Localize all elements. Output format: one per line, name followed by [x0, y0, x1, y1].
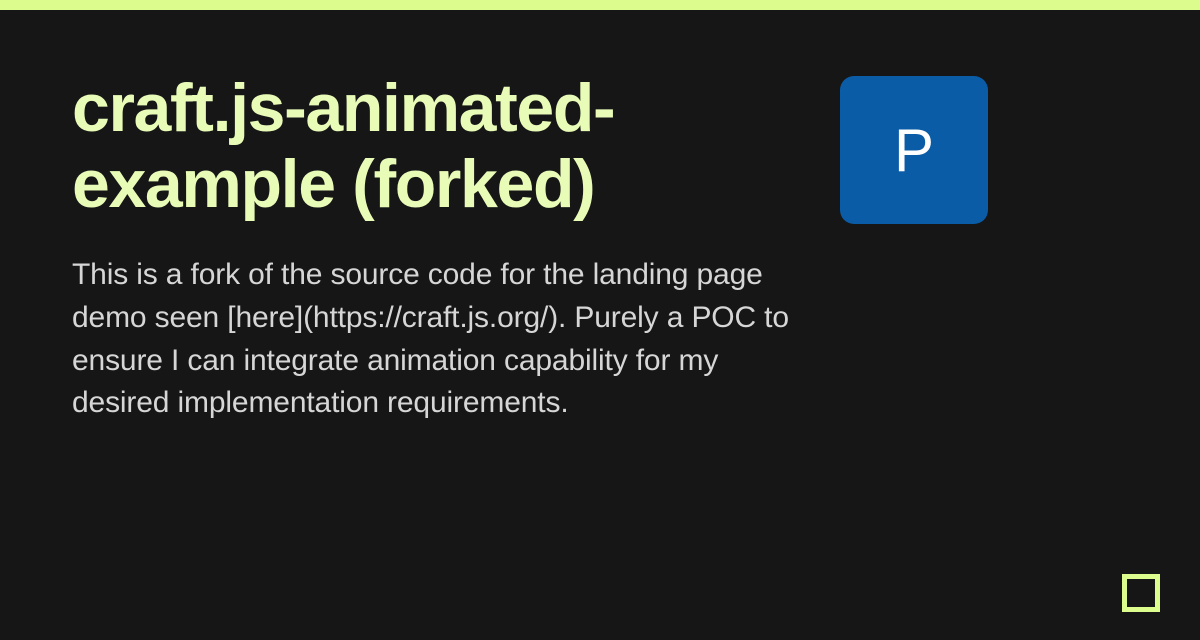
accent-top-bar [0, 0, 1200, 10]
page-description: This is a fork of the source code for th… [72, 254, 792, 424]
brand-square-icon [1122, 574, 1160, 612]
text-block: craft.js-animated-example (forked) This … [72, 70, 792, 425]
avatar-letter: P [894, 116, 934, 185]
page-title: craft.js-animated-example (forked) [72, 70, 792, 222]
content-area: craft.js-animated-example (forked) This … [0, 10, 1200, 425]
avatar: P [840, 76, 988, 224]
